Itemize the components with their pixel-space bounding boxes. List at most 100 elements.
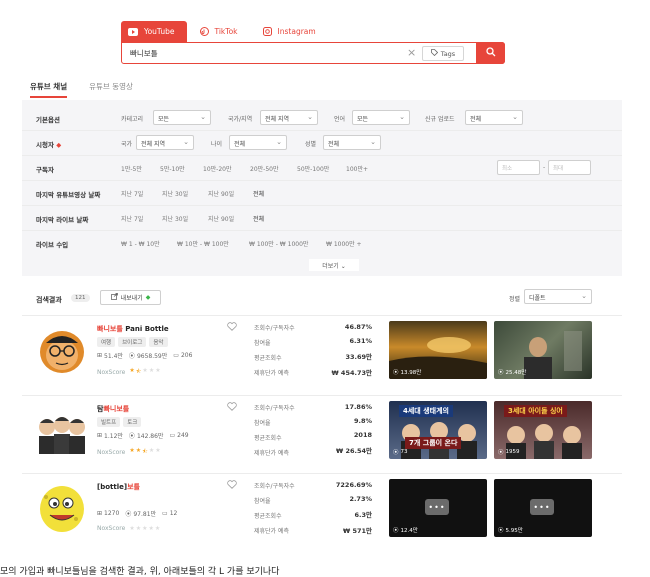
last-live-option[interactable]: 전체 — [253, 214, 264, 223]
metric-values: 7226.69% 2.73% 6.3만 ₩ 571만 — [302, 481, 372, 535]
live-income-option[interactable]: ₩ 1 - ₩ 10만 — [121, 239, 160, 248]
chevron-down-icon: ⌄ — [340, 263, 346, 270]
last-live-option[interactable]: 지난 7일 — [121, 214, 143, 223]
search-input[interactable] — [130, 47, 400, 60]
live-income-option[interactable]: ₩ 1000만 + — [326, 239, 362, 248]
diamond-icon: ◆ — [145, 294, 151, 301]
channel-name[interactable]: 탐빠니보틀 — [97, 404, 129, 414]
language-select[interactable]: 모든 ⌄ — [352, 110, 410, 125]
chevron-down-icon: ⌄ — [581, 292, 587, 300]
metric-labels: 조회수/구독자수 참여율 평균조회수 제휴단가 예측 — [254, 403, 295, 457]
age-label: 나이 — [211, 141, 223, 148]
metric-value: 2018 — [353, 431, 372, 439]
live-income-option[interactable]: ₩ 10만 - ₩ 100만 — [177, 239, 229, 248]
search-bar: × Tags — [121, 42, 505, 64]
clear-icon[interactable]: × — [407, 46, 416, 59]
filter-row-last-upload: 마지막 유튜브영상 날짜 지난 7일 지난 30일 지난 90일 전체 — [22, 181, 622, 206]
channel-name[interactable]: 빠니보틀 Pani Bottle — [97, 324, 169, 334]
video-thumbnail[interactable]: ••• ⦿ 5.95만 — [494, 479, 592, 537]
channel-row[interactable]: [bottle]보틀 ⊞ 1270 ⦿ 97.81만 ▭ 12 NoxScore ★ ★ ★… — [22, 473, 622, 551]
thumbnail-views: ⦿ 5.95만 — [498, 528, 523, 534]
channel-tag[interactable]: 브이로그 — [118, 337, 147, 347]
filter-row-last-live: 마지막 라이브 날짜 지난 7일 지난 30일 지난 90일 전체 — [22, 206, 622, 231]
video-thumbnail[interactable]: ⦿ 13.98만 — [389, 321, 487, 379]
subscriber-min-input[interactable]: 최소 — [497, 160, 540, 175]
video-thumbnail[interactable]: ••• ⦿ 12.4만 — [389, 479, 487, 537]
metric-value: ₩ 454.73만 — [331, 369, 373, 377]
play-circle-icon: ⦿ — [393, 528, 399, 534]
subscribers-stat: ⊞ 1270 — [97, 510, 120, 517]
metric-label: 참여율 — [254, 340, 271, 347]
tags-button[interactable]: Tags — [422, 46, 464, 61]
metric-labels: 조회수/구독자수 참여율 평균조회수 제휴단가 예측 — [254, 481, 295, 535]
export-button[interactable]: 내보내기 ◆ — [100, 290, 161, 305]
play-circle-icon: ⦿ — [498, 450, 504, 456]
noxscore-label: NoxScore — [97, 525, 126, 532]
heart-icon[interactable] — [227, 480, 237, 491]
tab-youtube-channel[interactable]: 유튜브 채널 — [30, 78, 68, 98]
tab-youtube-video[interactable]: 유튜브 동영상 — [89, 78, 133, 98]
metric-value: 33.69만 — [345, 353, 372, 361]
metric-values: 46.87% 6.31% 33.69만 ₩ 454.73만 — [302, 323, 373, 377]
export-icon — [110, 293, 118, 302]
avatar — [36, 325, 88, 377]
section-tabs: 유튜브 채널 유튜브 동영상 — [30, 78, 622, 98]
subscriber-option[interactable]: 20만-50만 — [250, 164, 278, 173]
tab-instagram[interactable]: Instagram — [256, 21, 328, 42]
country-region-select[interactable]: 전체 지역 ⌄ — [260, 110, 318, 125]
noxscore-label: NoxScore — [97, 448, 126, 456]
age-select[interactable]: 전체 ⌄ — [229, 135, 287, 150]
range-dash: - — [543, 164, 546, 171]
views-stat: ⦿ 97.81만 — [125, 511, 157, 518]
metric-label: 제휴단가 예측 — [254, 528, 290, 535]
last-upload-option[interactable]: 지난 90일 — [208, 189, 234, 198]
channel-row[interactable]: 탐빠니보틀 빌트프 토크 ⊞ 1.12만 ⦿ 142.86만 ▭ 249 NoxSco… — [22, 395, 622, 473]
video-thumbnail[interactable]: ⦿ 25.48만 — [494, 321, 592, 379]
new-upload-select[interactable]: 전체 ⌄ — [465, 110, 523, 125]
channel-tag[interactable]: 토크 — [123, 417, 142, 427]
tab-tiktok[interactable]: TikTok — [193, 21, 250, 42]
metric-value: 6.31% — [349, 337, 372, 345]
last-live-option[interactable]: 지난 90일 — [208, 214, 234, 223]
subscriber-option[interactable]: 50만-100만 — [297, 164, 329, 173]
show-more-button[interactable]: 더보기 ⌄ — [309, 259, 359, 271]
channel-tag[interactable]: 음악 — [149, 337, 168, 347]
last-upload-option[interactable]: 지난 30일 — [162, 189, 188, 198]
search-icon — [485, 47, 496, 59]
heart-icon[interactable] — [227, 322, 237, 333]
instagram-icon — [262, 27, 272, 36]
subscriber-max-input[interactable]: 최대 — [548, 160, 591, 175]
video-icon: ▭ — [162, 510, 168, 517]
metric-value: 9.8% — [353, 417, 372, 425]
gender-select[interactable]: 전체 ⌄ — [323, 135, 381, 150]
channel-name[interactable]: [bottle]보틀 — [97, 482, 140, 492]
live-income-option[interactable]: ₩ 100만 - ₩ 1000만 — [249, 239, 308, 248]
sort-value: 디폴트 — [529, 295, 546, 302]
last-live-option[interactable]: 지난 30일 — [162, 214, 188, 223]
video-icon: ▭ — [169, 432, 176, 439]
noxscore: NoxScore ★ ★ ★ ★ ★ — [97, 525, 160, 532]
video-thumbnail[interactable]: 3세대 아이돌 싱어 ⦿ 1959 — [494, 401, 592, 459]
channel-tag[interactable]: 빌트프 — [97, 417, 121, 427]
search-button[interactable] — [476, 42, 505, 64]
tab-youtube[interactable]: YouTube — [121, 21, 187, 42]
subscriber-option[interactable]: 100만+ — [346, 164, 368, 173]
last-upload-option[interactable]: 전체 — [253, 189, 264, 198]
subscriber-option[interactable]: 5만-10만 — [160, 164, 185, 173]
subscriber-option[interactable]: 10만-20만 — [203, 164, 231, 173]
sort-select[interactable]: 디폴트 ⌄ — [524, 289, 592, 304]
star-rating: ★ ⯪ ★ ★ ★ — [129, 367, 161, 375]
heart-icon[interactable] — [227, 402, 237, 413]
channel-row[interactable]: 빠니보틀 Pani Bottle 여행 브이로그 음악 ⊞ 51.4만 ⦿ 9658… — [22, 315, 622, 393]
video-thumbnail[interactable]: 4세대 생태계의 7개 그룹이 온다 ⦿ 73 — [389, 401, 487, 459]
category-select[interactable]: 모든 ⌄ — [153, 110, 211, 125]
subscriber-option[interactable]: 1만-5만 — [121, 164, 142, 173]
play-circle-icon: ⦿ — [393, 370, 399, 376]
channel-tag[interactable]: 여행 — [97, 337, 116, 347]
audience-country-select[interactable]: 전체 지역 ⌄ — [136, 135, 194, 150]
last-upload-option[interactable]: 지난 7일 — [121, 189, 143, 198]
filter-label-subscribers: 구독자 — [36, 166, 54, 174]
thumbnail-caption: 7개 그룹이 온다 — [405, 437, 462, 449]
new-upload-label: 신규 업로드 — [425, 116, 455, 123]
filter-row-subscribers: 구독자 1만-5만 5만-10만 10만-20만 20만-50만 50만-100… — [22, 156, 622, 181]
